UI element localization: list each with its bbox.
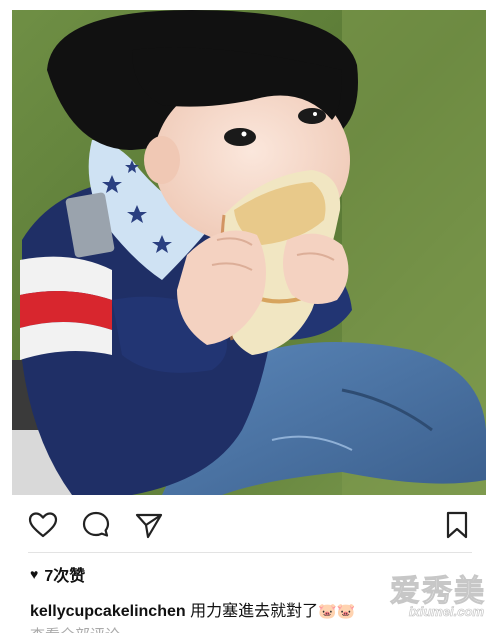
post-action-bar — [0, 505, 500, 545]
comment-icon-svg — [82, 511, 110, 537]
share-icon[interactable] — [133, 509, 165, 541]
heart-icon[interactable] — [27, 509, 59, 541]
username-link[interactable]: kellycupcakelinchen — [30, 603, 186, 620]
caption-text: 用力塞進去就對了 — [190, 603, 319, 620]
post-caption: kellycupcakelinchen 用力塞進去就對了🐷🐷 — [30, 597, 490, 621]
instagram-post: ♥ 7次赞 kellycupcakelinchen 用力塞進去就對了🐷🐷 查看全… — [0, 0, 500, 633]
share-icon-svg — [135, 513, 163, 539]
baby-eating-photo — [12, 10, 486, 495]
likes-text: 7次赞 — [44, 568, 86, 585]
comment-icon[interactable] — [80, 509, 112, 541]
heart-icon-svg — [28, 512, 58, 538]
view-comments-link[interactable]: 查看全部评论 — [30, 624, 120, 633]
likes-count[interactable]: ♥ 7次赞 — [30, 563, 85, 585]
bookmark-icon[interactable] — [441, 509, 473, 541]
post-photo[interactable] — [12, 10, 486, 495]
pig-emoji: 🐷🐷 — [318, 603, 356, 620]
divider — [28, 552, 472, 553]
heart-filled-icon: ♥ — [30, 566, 39, 582]
bookmark-icon-svg — [446, 511, 468, 539]
